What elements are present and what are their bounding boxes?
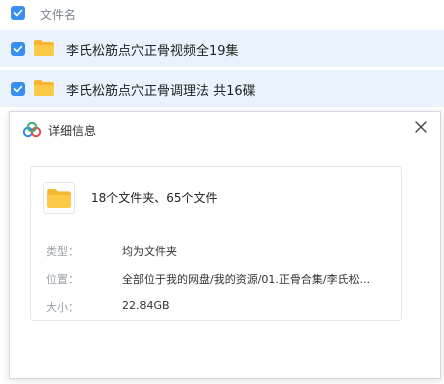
folder-icon <box>34 40 54 56</box>
row-checkbox[interactable] <box>11 42 25 56</box>
folder-icon <box>34 80 54 96</box>
row-checkbox[interactable] <box>11 82 25 96</box>
folder-icon <box>47 188 71 208</box>
checkmark-icon <box>13 45 23 53</box>
checkmark-icon <box>13 9 23 17</box>
size-label: 大小： <box>46 301 79 314</box>
file-row[interactable]: 李氏松筋点穴正骨调理法 共16碟 <box>0 70 444 107</box>
details-dialog: 详细信息 18个文件夹、65个文件 类型： 均为文件夹 位置： 全部位于我的网盘… <box>9 111 441 379</box>
file-name[interactable]: 李氏松筋点穴正骨调理法 共16碟 <box>66 80 256 99</box>
dialog-title-bar[interactable]: 详细信息 <box>10 112 440 148</box>
close-icon[interactable] <box>412 118 430 136</box>
type-value: 均为文件夹 <box>122 245 177 258</box>
location-value[interactable]: 全部位于我的网盘/我的资源/01.正骨合集/李氏松... <box>122 271 370 287</box>
selection-summary: 18个文件夹、65个文件 <box>91 191 218 205</box>
file-row[interactable]: 李氏松筋点穴正骨视频全19集 <box>0 30 444 67</box>
checkmark-icon <box>13 85 23 93</box>
location-label: 位置： <box>46 273 79 286</box>
dialog-title: 详细信息 <box>48 124 97 138</box>
size-value: 22.84GB <box>122 299 170 312</box>
type-label: 类型： <box>46 245 79 258</box>
file-list-header: 文件名 <box>0 0 444 27</box>
cloud-logo-icon <box>22 122 42 138</box>
info-card: 18个文件夹、65个文件 类型： 均为文件夹 位置： 全部位于我的网盘/我的资源… <box>30 166 402 321</box>
file-name[interactable]: 李氏松筋点穴正骨视频全19集 <box>66 40 239 59</box>
column-header-filename[interactable]: 文件名 <box>40 6 76 23</box>
select-all-checkbox[interactable] <box>11 6 25 20</box>
folder-thumbnail <box>43 182 75 214</box>
